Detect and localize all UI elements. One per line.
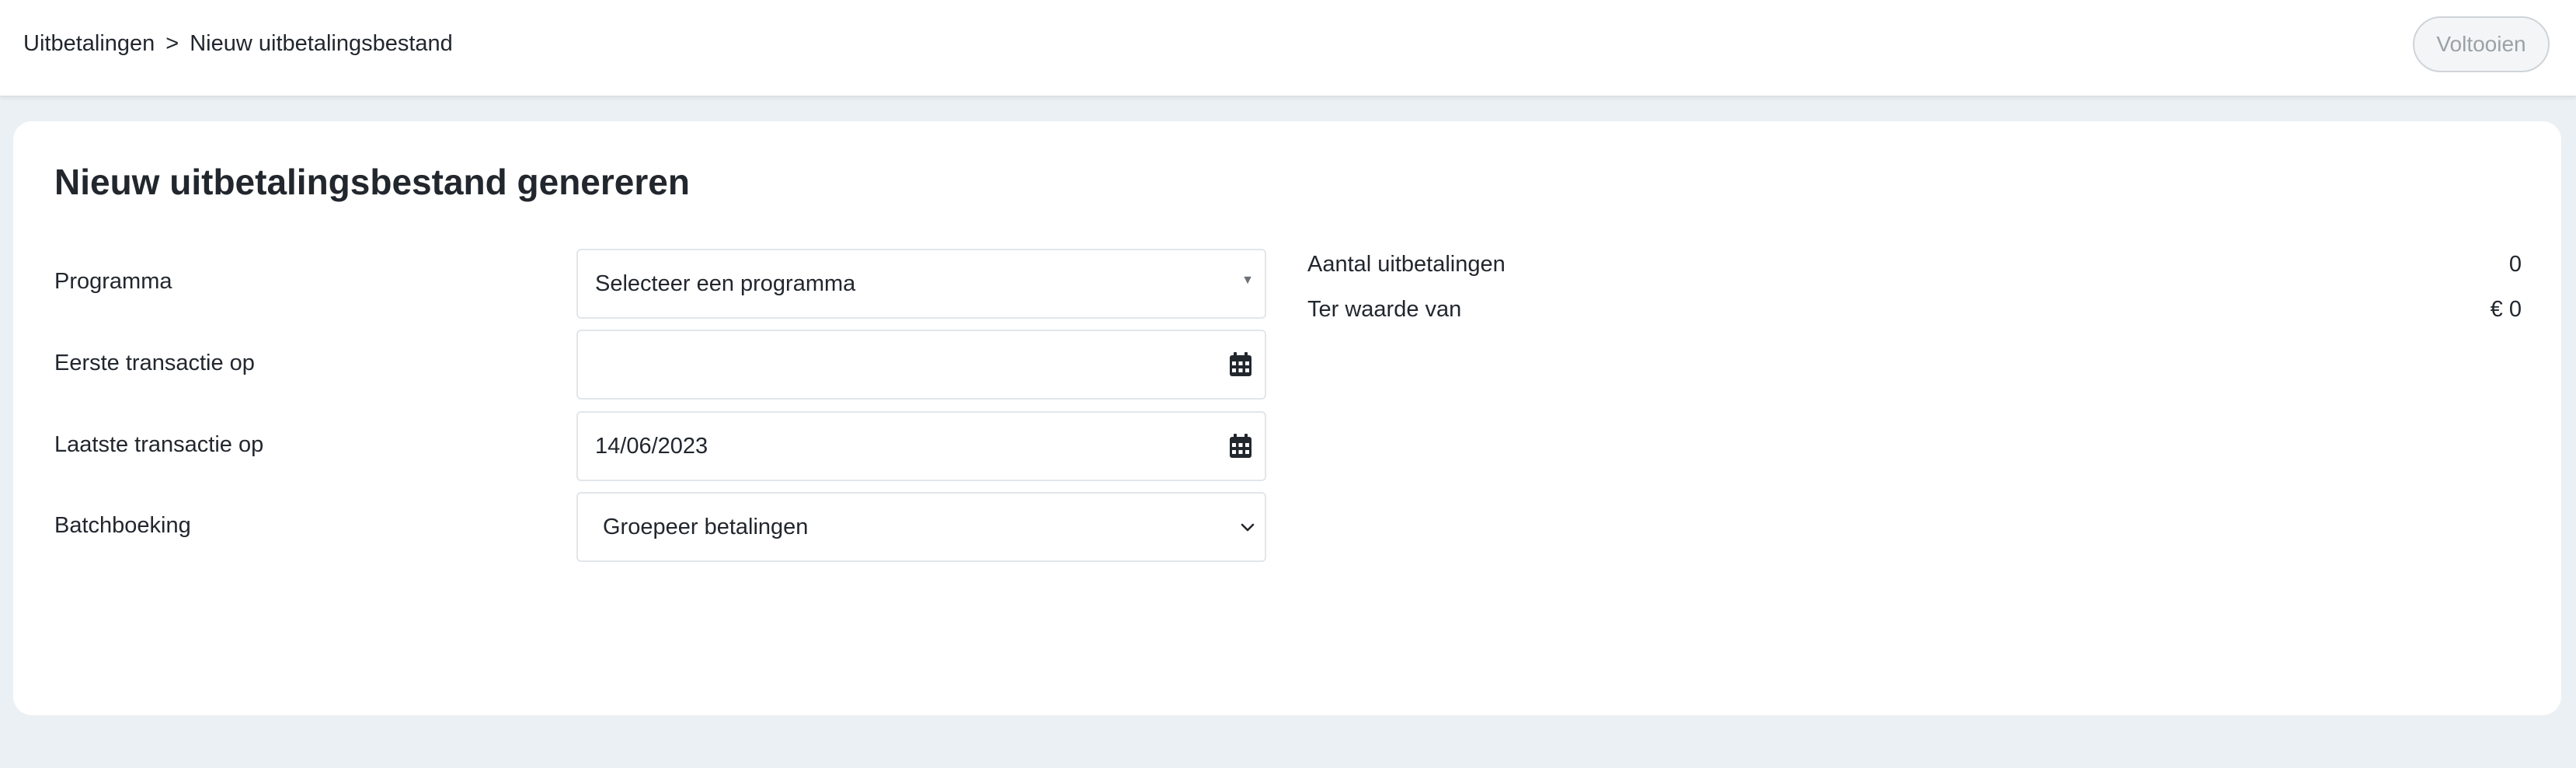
- batch-booking-select[interactable]: Groepeer betalingen: [576, 492, 1266, 562]
- first-transaction-label: Eerste transactie op: [54, 351, 255, 375]
- top-bar: Uitbetalingen > Nieuw uitbetalingsbestand …: [0, 0, 2576, 96]
- breadcrumb: Uitbetalingen > Nieuw uitbetalingsbestand: [23, 28, 453, 59]
- last-transaction-date-value: 14/06/2023: [595, 434, 708, 459]
- payout-count-value: 0: [2508, 252, 2522, 277]
- breadcrumb-current: Nieuw uitbetalingsbestand: [190, 31, 453, 56]
- caret-down-icon: ▼: [1241, 274, 1254, 287]
- page-title: Nieuw uitbetalingsbestand genereren: [54, 162, 690, 202]
- program-select-value: Selecteer een programma: [595, 271, 856, 296]
- payout-amount-value: € 0: [2490, 297, 2522, 322]
- batch-booking-label: Batchboeking: [54, 513, 191, 538]
- calendar-icon[interactable]: [1229, 352, 1252, 377]
- payout-amount-label: Ter waarde van: [1307, 297, 1462, 322]
- last-transaction-date-input[interactable]: 14/06/2023: [576, 411, 1266, 481]
- batch-booking-select-value: Groepeer betalingen: [603, 515, 809, 539]
- finish-button[interactable]: Voltooien: [2413, 16, 2550, 72]
- breadcrumb-link-payouts[interactable]: Uitbetalingen: [23, 31, 155, 56]
- calendar-icon[interactable]: [1229, 434, 1252, 459]
- payout-count-label: Aantal uitbetalingen: [1307, 252, 1506, 277]
- chevron-down-icon: [1241, 523, 1255, 532]
- program-select[interactable]: Selecteer een programma ▼: [576, 249, 1266, 319]
- breadcrumb-separator: >: [165, 31, 179, 56]
- program-label: Programma: [54, 269, 172, 294]
- last-transaction-label: Laatste transactie op: [54, 432, 264, 457]
- first-transaction-date-input[interactable]: [576, 330, 1266, 400]
- form-card: Nieuw uitbetalingsbestand genereren Prog…: [13, 121, 2561, 715]
